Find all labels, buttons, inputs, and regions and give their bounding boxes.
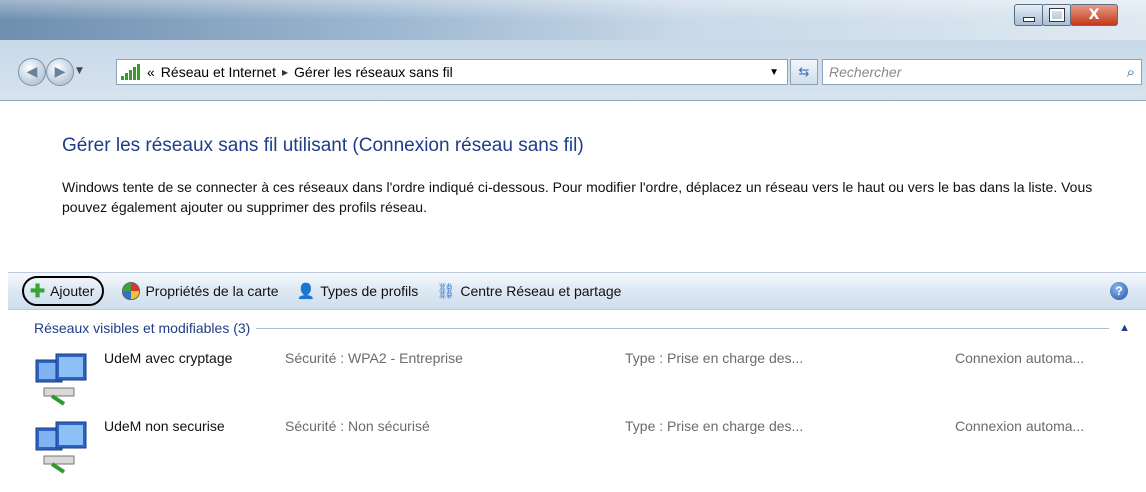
back-arrow-icon: ◀	[26, 64, 38, 80]
help-icon[interactable]: ?	[1110, 282, 1128, 300]
network-name: UdeM avec cryptage	[104, 350, 233, 366]
network-connection: Connexion automa...	[955, 350, 1085, 366]
address-toolbar: ◀ ▶ ▼ « Réseau et Internet ▸ Gérer les r…	[0, 40, 1146, 101]
group-title: Réseaux visibles et modifiables (3)	[34, 320, 251, 336]
maximize-icon	[1049, 8, 1065, 22]
forward-arrow-icon: ▶	[54, 64, 66, 80]
back-button[interactable]: ◀	[18, 58, 46, 86]
wireless-network-icon	[35, 353, 87, 406]
breadcrumb-separator[interactable]: ▸	[282, 65, 288, 79]
adapter-properties-button[interactable]: Propriétés de la carte	[122, 282, 279, 300]
search-input[interactable]: Rechercher ⌕	[822, 59, 1142, 85]
breadcrumb-network-internet[interactable]: Réseau et Internet	[161, 64, 276, 80]
breadcrumb-manage-wireless[interactable]: Gérer les réseaux sans fil	[294, 64, 453, 80]
profile-types-button[interactable]: 👤 Types de profils	[297, 282, 419, 300]
refresh-button[interactable]: ⇆	[790, 59, 818, 85]
collapse-icon[interactable]: ▲	[1119, 322, 1130, 334]
profile-types-label: Types de profils	[320, 283, 419, 299]
title-bar	[0, 0, 1146, 40]
signal-bars-icon	[121, 64, 141, 80]
network-row[interactable]: UdeM non securise Sécurité : Non sécuris…	[34, 412, 1134, 476]
add-button[interactable]: ✚ Ajouter	[22, 276, 105, 306]
search-placeholder: Rechercher	[829, 64, 902, 80]
minimize-button[interactable]	[1014, 4, 1044, 26]
network-center-icon: ⛓	[436, 283, 456, 300]
user-icon: 👤	[296, 283, 316, 300]
network-security: Sécurité : WPA2 - Entreprise	[285, 350, 463, 366]
close-button[interactable]: X	[1070, 4, 1118, 26]
page-title: Gérer les réseaux sans fil utilisant (Co…	[62, 135, 584, 156]
network-type: Type : Prise en charge des...	[625, 350, 804, 366]
search-icon[interactable]: ⌕	[1127, 64, 1135, 81]
wireless-network-icon	[35, 421, 87, 474]
page-description: Windows tente de se connecter à ces rése…	[62, 179, 1093, 215]
network-center-button[interactable]: ⛓ Centre Réseau et partage	[436, 282, 621, 300]
network-row[interactable]: UdeM avec cryptage Sécurité : WPA2 - Ent…	[34, 344, 1134, 408]
address-bar[interactable]: « Réseau et Internet ▸ Gérer les réseaux…	[116, 59, 788, 85]
minimize-icon	[1023, 16, 1035, 22]
network-type: Type : Prise en charge des...	[625, 418, 804, 434]
recent-pages-dropdown[interactable]: ▼	[76, 66, 83, 76]
refresh-icon: ⇆	[798, 64, 810, 80]
plus-icon: ✚	[30, 281, 46, 301]
breadcrumb-prefix[interactable]: «	[147, 64, 155, 80]
network-center-label: Centre Réseau et partage	[460, 283, 622, 299]
group-divider	[256, 327, 1110, 329]
command-bar: ✚ Ajouter Propriétés de la carte 👤 Types…	[8, 272, 1146, 310]
adapter-properties-label: Propriétés de la carte	[145, 283, 279, 299]
network-name: UdeM non securise	[104, 418, 225, 434]
add-label: Ajouter	[50, 283, 95, 299]
shield-icon	[122, 282, 141, 300]
maximize-button[interactable]	[1042, 4, 1072, 26]
network-security: Sécurité : Non sécurisé	[285, 418, 430, 434]
close-icon: X	[1088, 7, 1100, 23]
network-connection: Connexion automa...	[955, 418, 1085, 434]
address-dropdown-icon[interactable]: ▼	[769, 67, 779, 78]
forward-button[interactable]: ▶	[46, 58, 74, 86]
group-header[interactable]: Réseaux visibles et modifiables (3) ▲	[34, 318, 1130, 338]
